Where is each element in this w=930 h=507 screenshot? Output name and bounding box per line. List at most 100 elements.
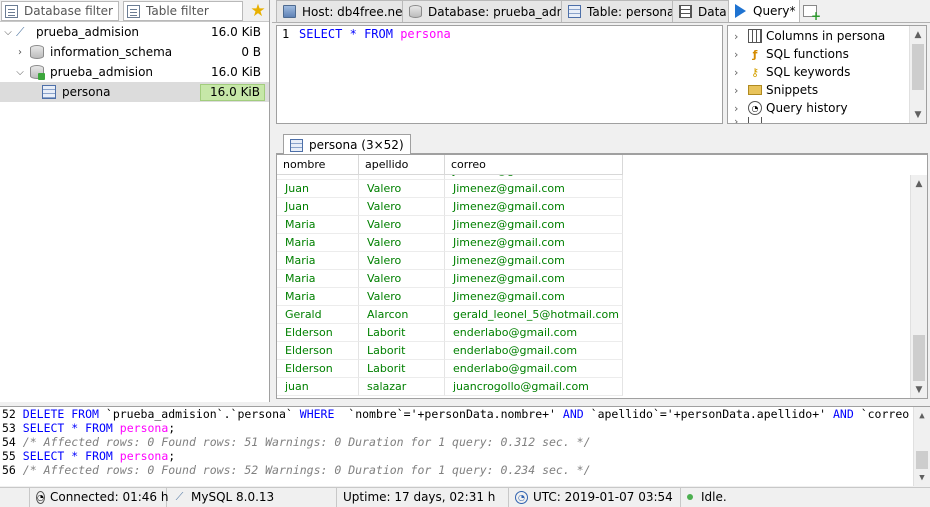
table-row[interactable]: Maria Valero Jimenez@gmail.com [277,216,927,234]
table-cell[interactable]: gerald_leonel_5@hotmail.com [445,306,623,324]
table-cell[interactable]: Jimenez@gmail.com [445,198,623,216]
table-cell[interactable]: Jimenez@gmail.com [445,288,623,306]
function-icon: ƒ [752,47,758,61]
expand-arrow-icon[interactable]: › [734,84,746,97]
columns-icon [748,29,762,43]
scroll-down-icon[interactable]: ▼ [914,469,930,486]
table-cell[interactable]: Gerald [277,306,359,324]
table-row[interactable]: juan salazar juancrogollo@gmail.com [277,378,927,396]
helper-query-history[interactable]: › ◔ Query history [728,99,926,117]
helper-columns[interactable]: › Columns in persona [728,27,926,45]
table-cell[interactable]: Valero [359,234,445,252]
table-cell[interactable]: Valero [359,216,445,234]
log-scrollbar[interactable]: ▲ ▼ [913,407,930,486]
table-cell[interactable]: enderlabo@gmail.com [445,342,623,360]
expand-arrow-icon[interactable]: › [734,66,746,79]
scroll-down-icon[interactable]: ▼ [911,381,927,398]
tab-table[interactable]: Table: persona [561,0,673,22]
tab-label: Data [698,4,727,19]
database-filter-input[interactable]: Database filter [1,1,119,21]
scroll-thumb[interactable] [913,335,925,381]
table-cell[interactable]: Valero [359,180,445,198]
table-cell[interactable]: Jimenez@gmail.com [445,252,623,270]
table-row[interactable]: Gerald Alarcon gerald_leonel_5@hotmail.com [277,306,927,324]
tab-data[interactable]: Data [672,0,729,22]
tab-query[interactable]: Query* [728,0,800,22]
table-cell[interactable]: Maria [277,288,359,306]
table-cell[interactable]: Maria [277,234,359,252]
table-row[interactable]: Elderson Laborit enderlabo@gmail.com [277,324,927,342]
tree-session-prueba-admision[interactable]: ⌵ ⟋ prueba_admision 16.0 KiB [0,22,269,42]
helpers-scrollbar[interactable]: ▲ ▼ [909,26,926,123]
expand-arrow-icon[interactable]: › [14,47,26,58]
table-cell[interactable]: enderlabo@gmail.com [445,360,623,378]
log-line: 53 SELECT * FROM persona; [0,421,930,435]
table-cell[interactable]: Elderson [277,324,359,342]
table-cell[interactable]: Laborit [359,324,445,342]
sql-log[interactable]: 52 DELETE FROM `prueba_admision`.`person… [0,406,930,486]
table-cell[interactable]: Maria [277,270,359,288]
table-cell[interactable]: Maria [277,252,359,270]
tree-item-label: prueba_admision [50,65,154,79]
table-row[interactable]: Maria Valero Jimenez@gmail.com [277,270,927,288]
table-row[interactable]: Maria Valero Jimenez@gmail.com [277,252,927,270]
table-cell[interactable]: Jimenez@gmail.com [445,234,623,252]
result-grid[interactable]: nombre apellido correo AnaValeroJimenez@… [276,154,928,399]
scroll-down-icon[interactable]: ▼ [910,106,926,123]
scroll-thumb[interactable] [912,44,924,90]
table-cell[interactable]: Laborit [359,342,445,360]
table-cell[interactable]: Jimenez@gmail.com [445,270,623,288]
table-row[interactable]: Juan Valero Jimenez@gmail.com [277,198,927,216]
table-cell[interactable]: Alarcon [359,306,445,324]
table-row[interactable]: Juan Valero Jimenez@gmail.com [277,180,927,198]
table-cell[interactable]: Maria [277,216,359,234]
log-comment: /* Affected rows: 0 Found rows: 52 Warni… [22,463,591,477]
table-row[interactable]: Elderson Laborit enderlabo@gmail.com [277,342,927,360]
tree-db-information-schema[interactable]: › information_schema 0 B [0,42,269,62]
add-query-tab-button[interactable] [799,0,821,23]
column-header[interactable]: correo [445,155,623,175]
helper-sql-keywords[interactable]: › ⚷ SQL keywords [728,63,926,81]
table-row[interactable]: Maria Valero Jimenez@gmail.com [277,288,927,306]
collapse-arrow-icon[interactable]: ⌵ [2,27,14,38]
table-row[interactable]: Maria Valero Jimenez@gmail.com [277,234,927,252]
table-cell[interactable]: Elderson [277,360,359,378]
table-cell[interactable]: Juan [277,198,359,216]
column-header[interactable]: apellido [359,155,445,175]
tree-db-prueba-admision[interactable]: ⌵ prueba_admision 16.0 KiB [0,62,269,82]
tree-table-persona[interactable]: persona 16.0 KiB [0,82,269,102]
scroll-up-icon[interactable]: ▲ [914,407,930,424]
table-cell[interactable]: enderlabo@gmail.com [445,324,623,342]
helper-sql-functions[interactable]: › ƒ SQL functions [728,45,926,63]
scroll-up-icon[interactable]: ▲ [910,26,926,43]
helper-label: Query history [766,101,848,115]
table-cell[interactable]: Elderson [277,342,359,360]
tab-database[interactable]: Database: prueba_admision [402,0,562,22]
table-filter-input[interactable]: Table filter [123,1,243,21]
table-cell[interactable]: Valero [359,270,445,288]
table-cell[interactable]: Jimenez@gmail.com [445,180,623,198]
table-cell[interactable]: Valero [359,198,445,216]
table-cell[interactable]: Laborit [359,360,445,378]
table-cell[interactable]: salazar [359,378,445,396]
expand-arrow-icon[interactable]: › [734,102,746,115]
scroll-up-icon[interactable]: ▲ [911,175,927,192]
result-tab-persona[interactable]: persona (3×52) [283,134,411,155]
table-cell[interactable]: Jimenez@gmail.com [445,216,623,234]
tab-host[interactable]: Host: db4free.net [276,0,403,22]
grid-scrollbar[interactable]: ▲ ▼ [910,175,927,398]
table-cell[interactable]: Valero [359,252,445,270]
expand-arrow-icon[interactable]: › [734,30,746,43]
table-cell[interactable]: Valero [359,288,445,306]
helper-snippets[interactable]: › Snippets [728,81,926,99]
scroll-thumb[interactable] [916,451,928,469]
table-row[interactable]: Elderson Laborit enderlabo@gmail.com [277,360,927,378]
sql-query-editor[interactable]: 1 SELECT * FROM persona [276,25,723,124]
column-header[interactable]: nombre [277,155,359,175]
favorites-star-button[interactable]: ★ [247,0,269,21]
table-cell[interactable]: Juan [277,180,359,198]
table-cell[interactable]: juan [277,378,359,396]
expand-arrow-icon[interactable]: › [734,48,746,61]
collapse-arrow-icon[interactable]: ⌵ [14,67,26,78]
table-cell[interactable]: juancrogollo@gmail.com [445,378,623,396]
